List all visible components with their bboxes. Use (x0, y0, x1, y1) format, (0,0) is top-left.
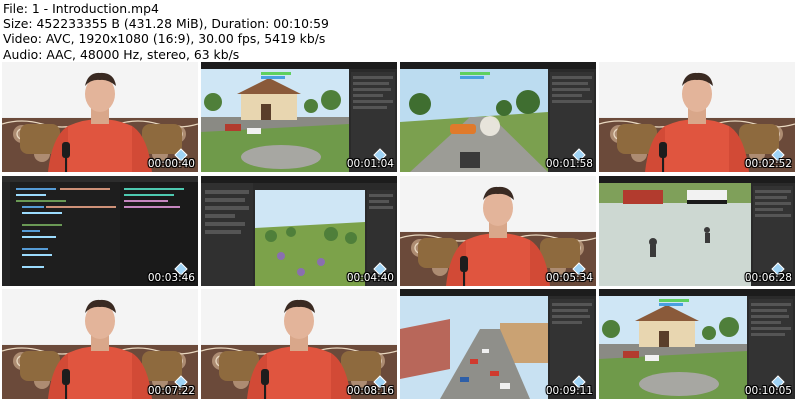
video-thumbnail[interactable]: 00:04:40 (201, 176, 397, 286)
thumbnail-frame (2, 176, 198, 286)
thumbnail-timestamp: 00:06:28 (744, 272, 792, 284)
thumbnail-frame (400, 289, 596, 399)
video-thumbnail[interactable]: 00:01:04 (201, 62, 397, 172)
thumbnail-timestamp: 00:03:46 (147, 272, 195, 284)
thumbnail-frame (201, 176, 397, 286)
video-thumbnail[interactable]: 00:05:34 (400, 176, 596, 286)
file-size-duration: Size: 452233355 B (431.28 MiB), Duration… (3, 16, 329, 32)
video-thumbnail[interactable]: 00:10:05 (599, 289, 795, 399)
thumbnail-timestamp: 00:01:04 (346, 158, 394, 170)
thumbnail-timestamp: 00:08:16 (346, 385, 394, 397)
thumbnail-frame (201, 62, 397, 172)
thumbnail-frame (2, 62, 198, 172)
thumbnail-frame (201, 289, 397, 399)
video-thumbnail[interactable]: 00:09:11 (400, 289, 596, 399)
thumbnail-grid: 00:00:40 00:01:04 00:01:58 00:02:52 00:0… (0, 62, 798, 401)
video-thumbnail[interactable]: 00:02:52 (599, 62, 795, 172)
thumbnail-timestamp: 00:09:11 (545, 385, 593, 397)
thumbnail-frame (599, 176, 795, 286)
video-info: Video: AVC, 1920x1080 (16:9), 30.00 fps,… (3, 31, 326, 47)
audio-info: Audio: AAC, 48000 Hz, stereo, 63 kb/s (3, 46, 240, 62)
thumbnail-frame (599, 62, 795, 172)
thumbnail-timestamp: 00:04:40 (346, 272, 394, 284)
thumbnail-frame (2, 289, 198, 399)
thumbnail-timestamp: 00:05:34 (545, 272, 593, 284)
thumbnail-timestamp: 00:02:52 (744, 158, 792, 170)
video-thumbnail[interactable]: 00:06:28 (599, 176, 795, 286)
file-info: File: 1 - Introduction.mp4 Size: 4522333… (3, 1, 793, 62)
thumbnail-frame (400, 176, 596, 286)
video-thumbnail[interactable]: 00:03:46 (2, 176, 198, 286)
file-name: File: 1 - Introduction.mp4 (3, 1, 159, 16)
thumbnail-timestamp: 00:07:22 (147, 385, 195, 397)
thumbnail-timestamp: 00:01:58 (545, 158, 593, 170)
video-thumbnail[interactable]: 00:08:16 (201, 289, 397, 399)
video-thumbnail[interactable]: 00:07:22 (2, 289, 198, 399)
thumbnail-frame (599, 289, 795, 399)
thumbnail-frame (400, 62, 596, 172)
video-thumbnail[interactable]: 00:00:40 (2, 62, 198, 172)
thumbnail-timestamp: 00:00:40 (147, 158, 195, 170)
video-thumbnail[interactable]: 00:01:58 (400, 62, 596, 172)
thumbnail-timestamp: 00:10:05 (744, 385, 792, 397)
